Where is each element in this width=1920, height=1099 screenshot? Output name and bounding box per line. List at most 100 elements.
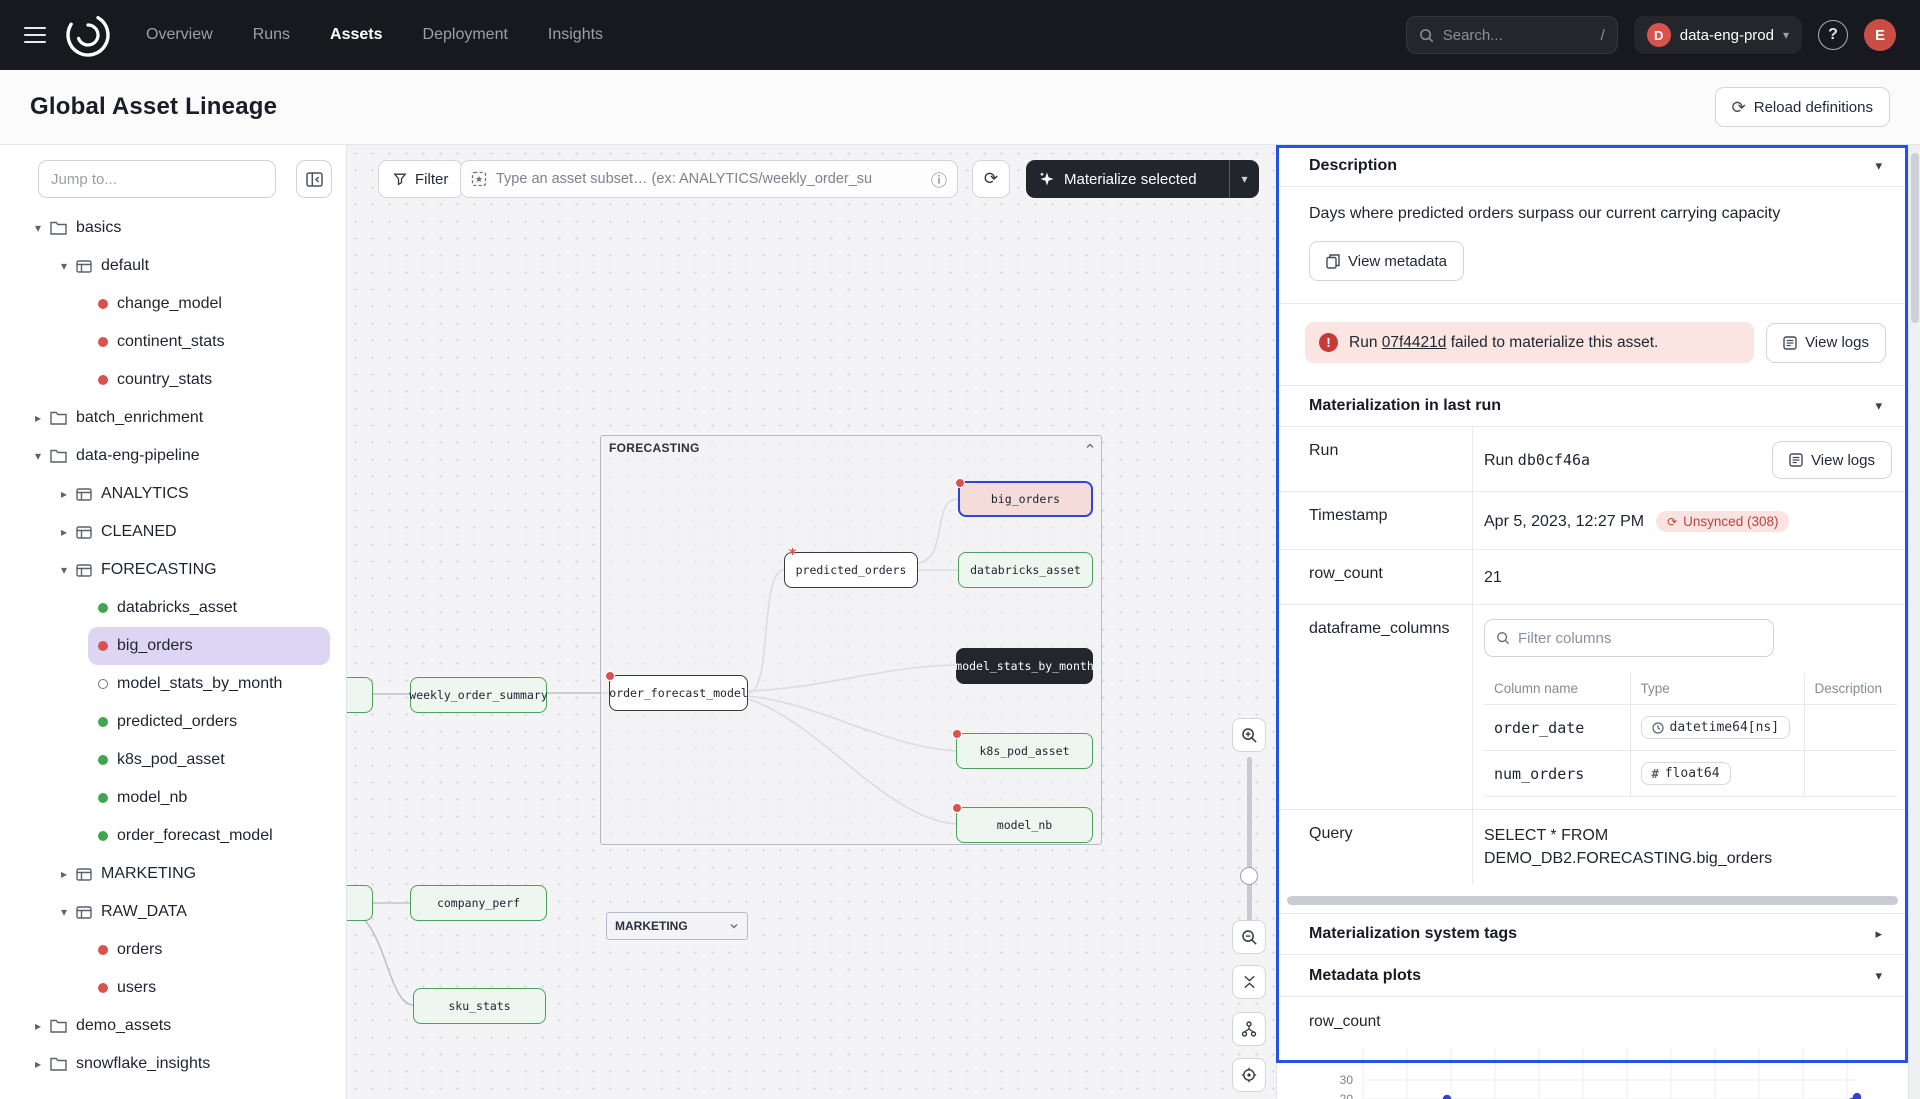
sidebar-item-predicted-orders[interactable]: predicted_orders xyxy=(88,703,330,741)
sidebar-item-big-orders[interactable]: big_orders xyxy=(88,627,330,665)
collapse-group-icon[interactable] xyxy=(1085,441,1095,451)
filter-button[interactable]: Filter xyxy=(378,160,463,198)
sidebar-item-raw-data[interactable]: RAW_DATA xyxy=(0,893,346,931)
node-label: big_orders xyxy=(991,492,1060,506)
sidebar-item-basics[interactable]: basics xyxy=(0,209,346,247)
layout-tree-button[interactable] xyxy=(1232,1012,1266,1046)
nav-item-runs[interactable]: Runs xyxy=(253,26,290,44)
group-icon xyxy=(76,488,92,501)
sidebar-item-demo-assets[interactable]: demo_assets xyxy=(0,1007,346,1045)
collapse-groups-button[interactable] xyxy=(1232,965,1266,999)
sidebar-item-users[interactable]: users xyxy=(88,969,330,1007)
folder-icon xyxy=(50,449,67,463)
sidebar-item-analytics[interactable]: ANALYTICS xyxy=(0,475,346,513)
svg-text:20: 20 xyxy=(1340,1092,1354,1099)
nav-item-overview[interactable]: Overview xyxy=(146,26,213,44)
sidebar-item-cleaned[interactable]: CLEANED xyxy=(0,513,346,551)
failed-run-link[interactable]: 07f4421d xyxy=(1382,334,1447,351)
zoom-in-button[interactable] xyxy=(1232,718,1266,752)
group-label: FORECASTING xyxy=(609,441,700,455)
graph-node-model-stats-by-month[interactable]: model_stats_by_month xyxy=(956,648,1093,684)
type-chip: float64 xyxy=(1641,762,1731,785)
horizontal-scrollbar[interactable] xyxy=(1287,896,1898,905)
sidebar-item-k8s-pod-asset[interactable]: k8s_pod_asset xyxy=(88,741,330,779)
sidebar-item-batch-enrichment[interactable]: batch_enrichment xyxy=(0,399,346,437)
kv-key: Run xyxy=(1277,427,1473,491)
graph-node-databricks-asset[interactable]: databricks_asset xyxy=(958,552,1093,588)
graph-node-order-forecast-model[interactable]: order_forecast_model xyxy=(609,675,748,711)
graph-node-partial-left-1[interactable] xyxy=(347,677,373,713)
materialize-options-caret[interactable] xyxy=(1229,160,1259,198)
tree-label: model_stats_by_month xyxy=(117,675,282,693)
workspace-switcher[interactable]: D data-eng-prod xyxy=(1634,16,1802,54)
plot-title: row_count xyxy=(1277,997,1908,1035)
asset-status-dot xyxy=(98,603,108,613)
zoom-out-button[interactable] xyxy=(1232,920,1266,954)
run-id[interactable]: db0cf46a xyxy=(1518,451,1590,469)
view-logs-label: View logs xyxy=(1811,452,1875,469)
group-box-marketing[interactable]: MARKETING xyxy=(606,912,748,940)
graph-node-partial-left-2[interactable] xyxy=(347,885,373,921)
sidebar-item-forecasting[interactable]: FORECASTING xyxy=(0,551,346,589)
graph-node-weekly-order-summary[interactable]: weekly_order_summary xyxy=(410,677,547,713)
sidebar-item-change-model[interactable]: change_model xyxy=(88,285,330,323)
nav-right: / D data-eng-prod ? E xyxy=(1406,16,1896,54)
vertical-scrollbar-thumb[interactable] xyxy=(1911,153,1919,323)
view-metadata-button[interactable]: View metadata xyxy=(1309,241,1464,281)
nav-item-insights[interactable]: Insights xyxy=(548,26,603,44)
section-materialization[interactable]: Materialization in last run xyxy=(1277,385,1908,427)
graph-node-company-perf[interactable]: company_perf xyxy=(410,885,547,921)
column-header: Description xyxy=(1804,673,1897,705)
sidebar-item-country-stats[interactable]: country_stats xyxy=(88,361,330,399)
zoom-slider[interactable] xyxy=(1232,757,1266,931)
hamburger-menu-icon[interactable] xyxy=(24,27,46,43)
vertical-scrollbar[interactable] xyxy=(1908,145,1920,1099)
sidebar-item-orders[interactable]: orders xyxy=(88,931,330,969)
sidebar-item-marketing[interactable]: MARKETING xyxy=(0,855,346,893)
global-search[interactable]: / xyxy=(1406,16,1618,54)
sidebar-item-snowflake-insights[interactable]: snowflake_insights xyxy=(0,1045,346,1083)
nav-item-deployment[interactable]: Deployment xyxy=(423,26,508,44)
section-system-tags[interactable]: Materialization system tags xyxy=(1277,913,1908,955)
tree-label: k8s_pod_asset xyxy=(117,751,225,769)
collapse-sidebar-button[interactable] xyxy=(296,160,332,198)
folder-icon xyxy=(50,411,67,425)
info-icon[interactable]: ⓘ xyxy=(931,167,947,191)
zoom-slider-thumb[interactable] xyxy=(1240,867,1258,885)
lineage-graph-canvas[interactable]: FORECASTING MARKETING big_orders databri… xyxy=(347,145,1276,1099)
section-metadata-plots[interactable]: Metadata plots xyxy=(1277,955,1908,997)
user-avatar[interactable]: E xyxy=(1864,19,1896,51)
graph-node-k8s-pod-asset[interactable]: k8s_pod_asset xyxy=(956,733,1093,769)
graph-node-big-orders[interactable]: big_orders xyxy=(958,481,1093,517)
tree-label: users xyxy=(117,979,156,997)
chevron-down-icon xyxy=(1875,158,1882,174)
help-button[interactable]: ? xyxy=(1818,20,1848,50)
sidebar-item-model-stats-by-month[interactable]: model_stats_by_month xyxy=(88,665,330,703)
sidebar-item-databricks-asset[interactable]: databricks_asset xyxy=(88,589,330,627)
chevron-down-icon xyxy=(30,221,46,235)
filter-columns-input[interactable] xyxy=(1518,630,1762,647)
sidebar-item-order-forecast-model[interactable]: order_forecast_model xyxy=(88,817,330,855)
jump-to-input[interactable] xyxy=(38,160,276,198)
nav-item-assets[interactable]: Assets xyxy=(330,26,382,44)
graph-node-model-nb[interactable]: model_nb xyxy=(956,807,1093,843)
sidebar-item-continent-stats[interactable]: continent_stats xyxy=(88,323,330,361)
refresh-graph-button[interactable]: ⟳ xyxy=(972,160,1010,198)
sidebar-item-data-eng-pipeline[interactable]: data-eng-pipeline xyxy=(0,437,346,475)
recenter-button[interactable] xyxy=(1232,1058,1266,1092)
expand-group-icon[interactable] xyxy=(729,921,739,931)
reload-definitions-button[interactable]: ⟳ Reload definitions xyxy=(1715,87,1891,127)
asset-subset-input[interactable] xyxy=(496,171,922,187)
search-input[interactable] xyxy=(1443,27,1573,44)
sidebar-item-default[interactable]: default xyxy=(0,247,346,285)
graph-node-predicted-orders[interactable]: predicted_orders xyxy=(784,552,918,588)
type-label: float64 xyxy=(1665,766,1720,781)
view-run-logs-button[interactable]: View logs xyxy=(1772,441,1892,479)
graph-node-sku-stats[interactable]: sku_stats xyxy=(413,988,546,1024)
error-suffix: failed to materialize this asset. xyxy=(1446,334,1658,351)
view-logs-button[interactable]: View logs xyxy=(1766,323,1886,363)
section-description[interactable]: Description xyxy=(1277,145,1908,187)
materialize-selected-button[interactable]: Materialize selected xyxy=(1026,160,1259,198)
dagster-logo[interactable] xyxy=(64,11,112,59)
sidebar-item-model-nb[interactable]: model_nb xyxy=(88,779,330,817)
